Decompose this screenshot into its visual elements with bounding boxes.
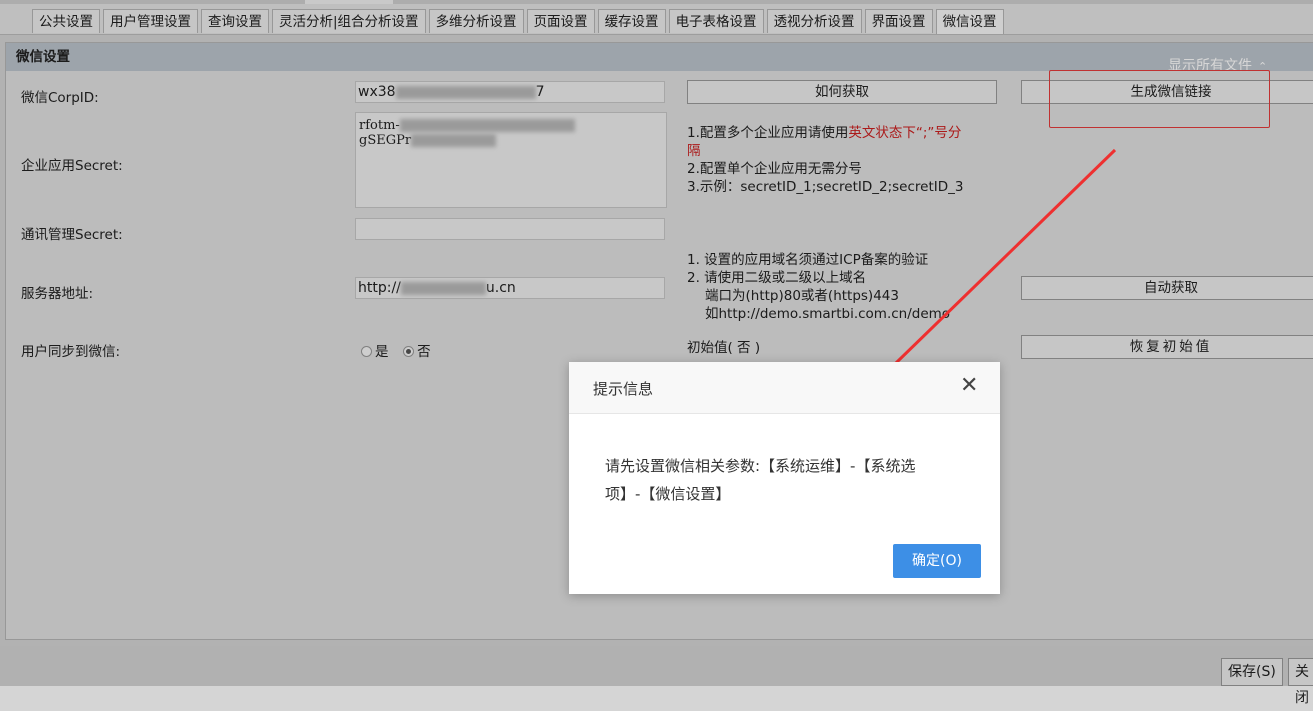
dialog-title: 提示信息 <box>593 380 654 398</box>
info-dialog: 提示信息 ✕ 请先设置微信相关参数:【系统运维】-【系统选 项】-【微信设置】 … <box>569 362 1000 594</box>
ok-button[interactable]: 确定(O) <box>893 544 981 578</box>
dialog-message: 请先设置微信相关参数:【系统运维】-【系统选 项】-【微信设置】 <box>605 452 965 508</box>
dialog-header: 提示信息 ✕ <box>569 362 1000 414</box>
close-icon[interactable]: ✕ <box>960 375 978 397</box>
dialog-message-line2: 项】-【微信设置】 <box>605 485 731 503</box>
dialog-message-line1: 请先设置微信相关参数:【系统运维】-【系统选 <box>605 457 916 475</box>
